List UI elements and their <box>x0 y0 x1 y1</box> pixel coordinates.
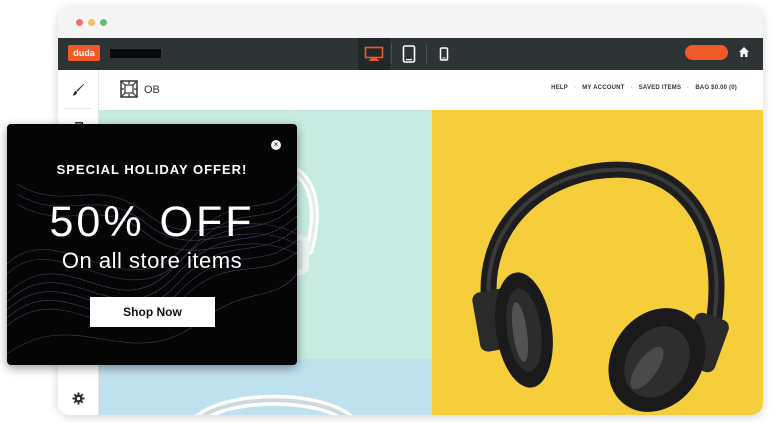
desktop-icon <box>364 46 384 61</box>
close-window-dot[interactable] <box>76 19 83 26</box>
site-nav: HELP · MY ACCOUNT · SAVED ITEMS · BAG $0… <box>551 85 737 91</box>
hero-image-yellow <box>432 110 763 415</box>
tablet-icon <box>402 45 416 63</box>
nav-separator: · <box>630 85 633 91</box>
mobile-view-button[interactable] <box>428 38 460 70</box>
popup-kicker: SPECIAL HOLIDAY OFFER! <box>56 162 248 177</box>
duda-logo: duda <box>68 45 100 61</box>
nav-saved-items[interactable]: SAVED ITEMS <box>639 85 681 91</box>
tablet-view-button[interactable] <box>393 38 425 70</box>
site-logo-icon[interactable] <box>119 79 139 99</box>
hero-image-blue <box>99 359 432 415</box>
home-icon[interactable] <box>738 46 750 58</box>
site-name-field[interactable] <box>110 49 161 58</box>
settings-icon <box>71 391 85 405</box>
mobile-icon <box>439 47 449 61</box>
window-titlebar <box>58 7 763 38</box>
popup-subheadline: On all store items <box>61 248 243 273</box>
design-tool-button[interactable] <box>58 72 98 108</box>
nav-my-account[interactable]: MY ACCOUNT <box>582 85 624 91</box>
popup-headline: 50% OFF <box>49 198 255 246</box>
sidebar-divider <box>64 108 92 109</box>
site-logo-text: OB <box>144 84 160 96</box>
toolbar-divider <box>426 44 427 64</box>
site-header: OB HELP · MY ACCOUNT · SAVED ITEMS · BAG… <box>99 70 763 110</box>
shop-now-button[interactable]: Shop Now <box>90 297 215 327</box>
editor-toolbar: duda <box>58 38 763 70</box>
minimize-window-dot[interactable] <box>88 19 95 26</box>
publish-button[interactable] <box>685 45 728 60</box>
nav-bag[interactable]: BAG $0.00 (0) <box>695 85 737 91</box>
nav-help[interactable]: HELP <box>551 85 568 91</box>
headphones-image-blue <box>195 394 353 415</box>
settings-tool-button[interactable] <box>58 380 98 415</box>
holiday-offer-popup: × SPECIAL HOLIDAY OFFER! 50% OFF On all … <box>7 124 297 365</box>
popup-close-button[interactable]: × <box>271 140 281 150</box>
headphones-image-black <box>472 161 729 412</box>
nav-separator: · <box>573 85 577 91</box>
brush-icon <box>72 84 84 96</box>
maximize-window-dot[interactable] <box>100 19 107 26</box>
desktop-view-button[interactable] <box>358 38 390 70</box>
toolbar-divider <box>391 44 392 64</box>
nav-separator: · <box>687 85 690 91</box>
